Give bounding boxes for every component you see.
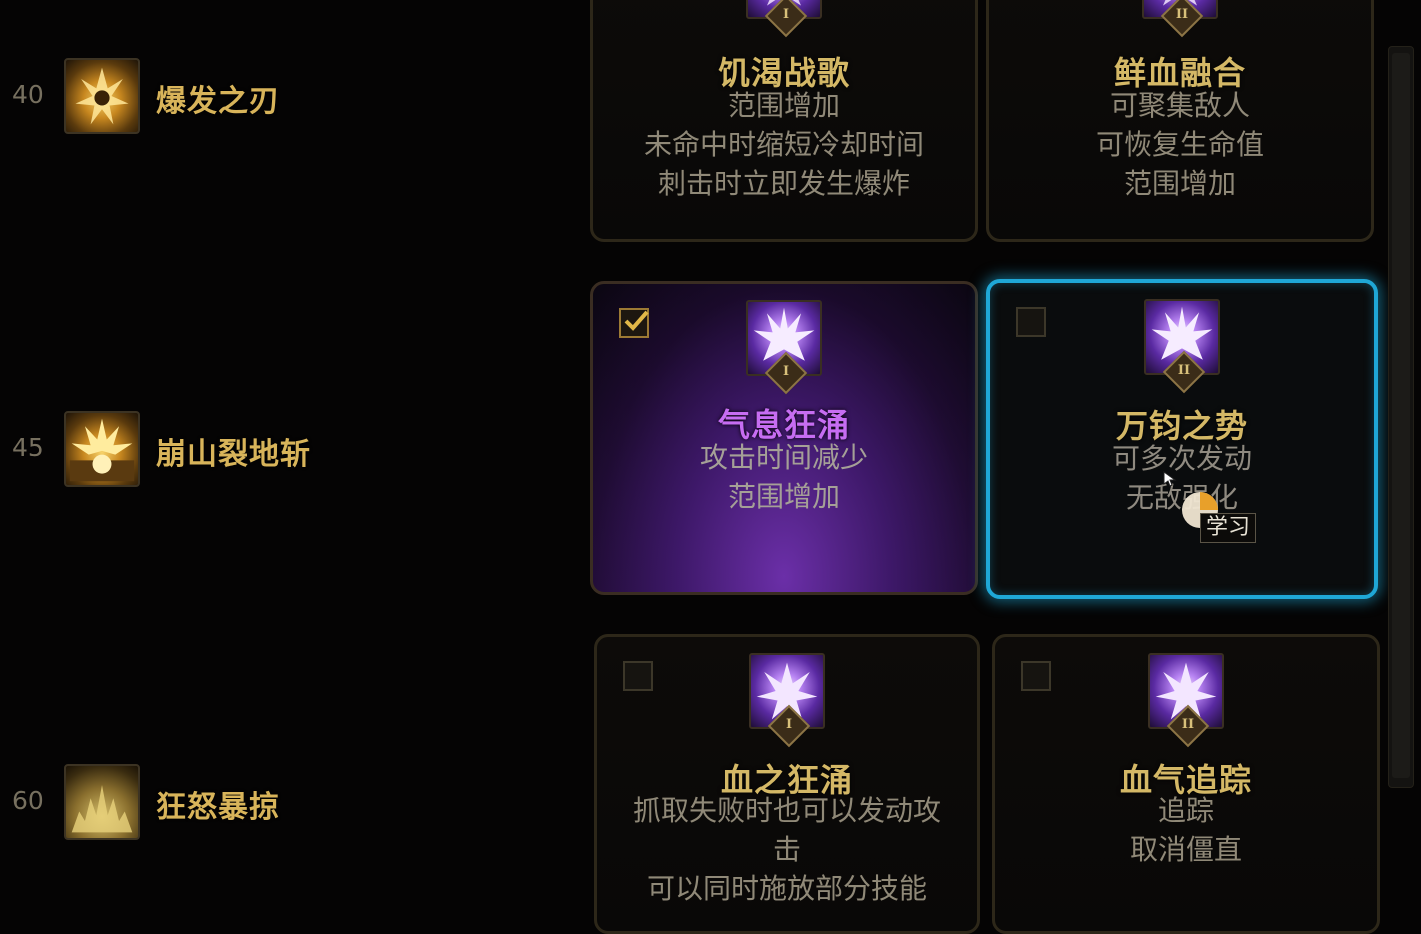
fury-storm-icon[interactable]	[64, 764, 140, 840]
skill-level: 40	[12, 80, 44, 109]
card-desc-line: 取消僵直	[1129, 833, 1242, 866]
skill-row-40[interactable]: 40 爆发之刃	[0, 56, 560, 136]
checkmark-icon	[624, 310, 649, 331]
card-desc-line: 刺击时立即发生爆炸	[657, 167, 910, 200]
skill-name: 狂怒暴掠	[156, 790, 280, 825]
skill-name: 崩山裂地斩	[156, 437, 311, 472]
skill-rune-icon: I	[746, 300, 822, 395]
select-checkbox[interactable]	[1016, 307, 1046, 337]
skill-rune-icon: I	[746, 0, 822, 38]
card-desc-line: 抓取失败时也可以发动攻	[632, 794, 941, 827]
skill-name: 爆发之刃	[156, 84, 280, 119]
skill-level: 45	[12, 433, 44, 462]
skill-level: 60	[12, 786, 44, 815]
skill-rune-icon: I	[749, 653, 825, 748]
skill-rune-icon: II	[1148, 653, 1224, 748]
card-desc-line: 可以同时施放部分技能	[646, 872, 927, 905]
skill-row-45[interactable]: 45 崩山裂地斩	[0, 409, 560, 489]
card-desc-line: 范围增加	[1123, 167, 1236, 200]
select-checkbox[interactable]	[623, 661, 653, 691]
skill-option-card[interactable]: I 饥渴战歌 范围增加 未命中时缩短冷却时间 刺击时立即发生爆炸	[590, 0, 978, 242]
select-checkbox[interactable]	[619, 308, 649, 338]
card-desc-line: 可恢复生命值	[1095, 128, 1264, 161]
card-desc-line: 追踪	[1157, 794, 1214, 827]
skill-option-card[interactable]: II 鲜血融合 可聚集敌人 可恢复生命值 范围增加	[986, 0, 1374, 242]
card-desc-line: 可聚集敌人	[1109, 89, 1250, 122]
card-desc-line: 击	[772, 833, 801, 866]
skill-rune-icon: II	[1142, 0, 1218, 38]
skill-rune-icon: II	[1144, 299, 1220, 394]
earth-splitter-icon[interactable]	[64, 411, 140, 487]
skill-option-card[interactable]: I 血之狂涌 抓取失败时也可以发动攻 击 可以同时施放部分技能	[594, 634, 980, 934]
card-desc-line: 范围增加	[727, 89, 840, 122]
scrollbar-thumb[interactable]	[1392, 53, 1410, 778]
card-desc-line: 范围增加	[727, 480, 840, 513]
blade-burst-icon[interactable]	[64, 58, 140, 134]
card-desc-line: 未命中时缩短冷却时间	[643, 128, 924, 161]
skill-option-card[interactable]: II 血气追踪 追踪 取消僵直	[992, 634, 1380, 934]
learn-tooltip: 学习	[1200, 513, 1257, 543]
skill-row-60[interactable]: 60 狂怒暴掠	[0, 762, 560, 842]
skill-option-card-hover[interactable]: II 万钧之势 可多次发动 无敌强化	[986, 279, 1378, 599]
scrollbar[interactable]	[1388, 46, 1414, 788]
skill-option-card-selected[interactable]: I 气息狂涌 攻击时间减少 范围增加	[590, 281, 978, 595]
card-desc-line: 攻击时间减少	[699, 441, 868, 474]
select-checkbox[interactable]	[1021, 661, 1051, 691]
